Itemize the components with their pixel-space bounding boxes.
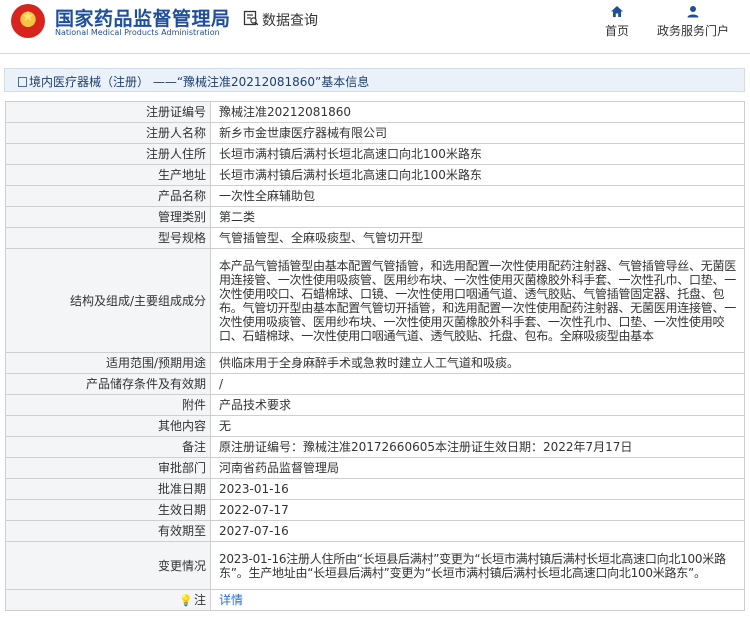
row-value: 豫械注准20212081860: [210, 101, 745, 123]
row-label: 其他内容: [5, 415, 211, 437]
table-row: 有效期至 2027-07-16: [5, 520, 745, 542]
row-label: 注册人名称: [5, 122, 211, 144]
row-value: 新乡市金世康医疗器械有限公司: [210, 122, 745, 144]
table-row: 审批部门 河南省药品监督管理局: [5, 457, 745, 479]
row-value: 长垣市满村镇后满村长垣北高速口向北100米路东: [210, 164, 745, 186]
nav-gov-service[interactable]: 政务服务门户: [655, 5, 731, 39]
table-row: 💡注 详情: [5, 589, 745, 611]
lightbulb-icon: 💡: [179, 593, 193, 607]
row-value: 气管插管型、全麻吸痰型、气管切开型: [210, 227, 745, 249]
table-row: 注册人住所 长垣市满村镇后满村长垣北高速口向北100米路东: [5, 143, 745, 165]
row-label: 适用范围/预期用途: [5, 352, 211, 374]
table-row: 备注 原注册证编号：豫械注准20172660605本注册证生效日期：2022年7…: [5, 436, 745, 458]
table-row: 产品储存条件及有效期 /: [5, 373, 745, 395]
row-label: 结构及组成/主要组成成分: [5, 248, 211, 353]
row-value: /: [210, 373, 745, 395]
info-table: 注册证编号 豫械注准20212081860 注册人名称 新乡市金世康医疗器械有限…: [5, 101, 745, 611]
row-label: 产品储存条件及有效期: [5, 373, 211, 395]
row-label: 批准日期: [5, 478, 211, 500]
data-query-title: 数据查询: [262, 13, 318, 29]
row-value: 第二类: [210, 206, 745, 228]
breadcrumb-bar: 境内医疗器械（注册） ——“豫械注准20212081860”基本信息: [4, 68, 745, 92]
org-name-en: National Medical Products Administration: [55, 28, 220, 37]
row-label: 变更情况: [5, 541, 211, 590]
row-label: 型号规格: [5, 227, 211, 249]
row-label: 注册人住所: [5, 143, 211, 165]
nav-home[interactable]: 首页: [602, 5, 632, 39]
row-label: 产品名称: [5, 185, 211, 207]
row-value: 2023-01-16: [210, 478, 745, 500]
table-row: 生产地址 长垣市满村镇后满村长垣北高速口向北100米路东: [5, 164, 745, 186]
table-row: 生效日期 2022-07-17: [5, 499, 745, 521]
table-row: 注册证编号 豫械注准20212081860: [5, 101, 745, 123]
row-label: 生效日期: [5, 499, 211, 521]
row-label: 管理类别: [5, 206, 211, 228]
nav-home-label: 首页: [604, 24, 629, 38]
table-row: 适用范围/预期用途 供临床用于全身麻醉手术或急救时建立人工气道和吸痰。: [5, 352, 745, 374]
table-row: 批准日期 2023-01-16: [5, 478, 745, 500]
table-row: 变更情况 2023-01-16注册人住所由“长垣县后满村”变更为“长垣市满村镇后…: [5, 541, 745, 590]
row-value: 无: [210, 415, 745, 437]
document-icon: [18, 77, 27, 87]
row-label: 注册证编号: [5, 101, 211, 123]
site-header: ★ 国家药品监督管理局 National Medical Products Ad…: [0, 0, 750, 54]
table-row: 结构及组成/主要组成成分 本产品气管插管型由基本配置气管插管，和选用配置一次性使…: [5, 248, 745, 353]
table-row: 注册人名称 新乡市金世康医疗器械有限公司: [5, 122, 745, 144]
emblem-star-icon: ★: [21, 9, 35, 25]
row-value: 2022-07-17: [210, 499, 745, 521]
row-value: 原注册证编号：豫械注准20172660605本注册证生效日期：2022年7月17…: [210, 436, 745, 458]
row-label: 生产地址: [5, 164, 211, 186]
data-query-icon: [243, 10, 259, 26]
row-label: 审批部门: [5, 457, 211, 479]
table-row: 产品名称 一次性全麻辅助包: [5, 185, 745, 207]
table-row: 型号规格 气管插管型、全麻吸痰型、气管切开型: [5, 227, 745, 249]
row-label: 附件: [5, 394, 211, 416]
row-value: 2023-01-16注册人住所由“长垣县后满村”变更为“长垣市满村镇后满村长垣北…: [210, 541, 745, 590]
breadcrumb: 境内医疗器械（注册） ——“豫械注准20212081860”基本信息: [18, 73, 369, 90]
row-value: 河南省药品监督管理局: [210, 457, 745, 479]
row-label: 备注: [5, 436, 211, 458]
org-name-cn[interactable]: 国家药品监督管理局: [55, 4, 231, 31]
row-value: 供临床用于全身麻醉手术或急救时建立人工气道和吸痰。: [210, 352, 745, 374]
row-value: 本产品气管插管型由基本配置气管插管，和选用配置一次性使用配药注射器、气管插管导丝…: [210, 248, 745, 353]
row-value: 长垣市满村镇后满村长垣北高速口向北100米路东: [210, 143, 745, 165]
note-label-cell: 💡注: [5, 589, 211, 611]
user-icon: [687, 6, 699, 18]
detail-link[interactable]: 详情: [219, 593, 243, 607]
row-value: 2027-07-16: [210, 520, 745, 542]
table-row: 附件 产品技术要求: [5, 394, 745, 416]
national-emblem-icon: ★: [11, 4, 45, 38]
table-row: 其他内容 无: [5, 415, 745, 437]
table-row: 管理类别 第二类: [5, 206, 745, 228]
breadcrumb-text: 境内医疗器械（注册） ——“豫械注准20212081860”基本信息: [29, 75, 370, 89]
note-value-cell: 详情: [210, 589, 745, 611]
note-label: 注: [193, 592, 206, 607]
nav-gov-service-label: 政务服务门户: [656, 24, 729, 38]
home-icon: [611, 6, 623, 17]
row-label: 有效期至: [5, 520, 211, 542]
row-value: 一次性全麻辅助包: [210, 185, 745, 207]
row-value: 产品技术要求: [210, 394, 745, 416]
